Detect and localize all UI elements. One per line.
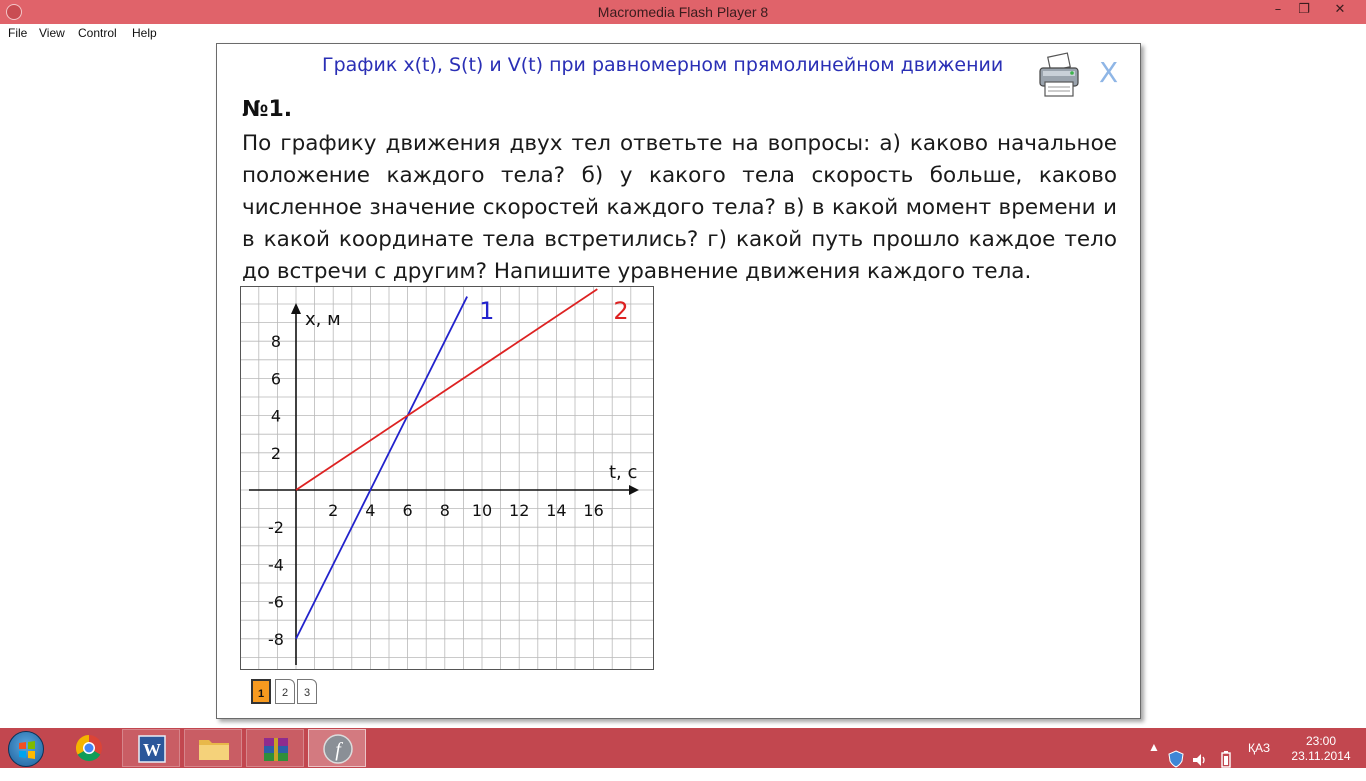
y-axis-label: x, м	[305, 309, 341, 330]
winrar-icon	[264, 738, 288, 761]
x-axis-label: t, c	[609, 462, 637, 483]
window-titlebar[interactable]: Macromedia Flash Player 8 – ❐ ✕	[0, 0, 1366, 24]
task-number: №1.	[242, 97, 293, 122]
restore-button[interactable]: ❐	[1294, 2, 1314, 20]
window-title: Macromedia Flash Player 8	[597, 4, 769, 20]
taskbar-word[interactable]: W	[122, 729, 180, 767]
y-tick-label: 8	[271, 332, 281, 351]
clock-time: 23:00	[1305, 734, 1337, 748]
x-tick-label: 2	[328, 501, 338, 520]
start-button[interactable]	[8, 731, 44, 767]
shield-icon[interactable]	[1168, 739, 1184, 779]
taskbar-chrome[interactable]	[60, 729, 118, 767]
volume-icon[interactable]	[1192, 740, 1208, 780]
minimize-button[interactable]: –	[1268, 2, 1288, 20]
svg-text:W: W	[143, 740, 161, 760]
x-tick-label: 14	[546, 501, 566, 520]
series-label-1: 1	[479, 297, 494, 325]
close-window-button[interactable]: ✕	[1328, 2, 1352, 20]
battery-icon[interactable]	[1220, 739, 1232, 779]
menu-bar: File View Control Help	[0, 24, 1366, 42]
y-tick-label: -4	[268, 555, 284, 574]
language-indicator[interactable]: ҚАЗ	[1248, 741, 1270, 781]
y-tick-label: -6	[268, 593, 284, 612]
folder-icon	[199, 740, 229, 760]
taskbar-file-explorer[interactable]	[184, 729, 242, 767]
flash-icon: f	[323, 734, 353, 764]
series-line-2	[295, 288, 598, 491]
taskbar-winrar[interactable]	[246, 729, 304, 767]
close-content-button[interactable]: X	[1099, 56, 1118, 89]
x-tick-label: 10	[472, 501, 492, 520]
y-tick-label: 4	[271, 407, 281, 426]
motion-graph: t, c x, м 2 4 6 8 10 12 14 16 8 6 4 2 -2 -4 -6 -8 12	[240, 286, 654, 670]
x-tick-label: 6	[403, 501, 413, 520]
taskbar: W f ▲ ҚАЗ 23:00 23.11.2014	[0, 728, 1366, 768]
y-tick-label: 6	[271, 369, 281, 388]
clock-date: 23.11.2014	[1291, 749, 1351, 763]
x-tick-label: 16	[583, 501, 603, 520]
x-axis-arrow	[629, 485, 639, 495]
menu-view[interactable]: View	[39, 26, 65, 40]
y-axis-arrow	[291, 303, 301, 314]
series-label-2: 2	[613, 297, 628, 325]
word-icon: W	[138, 735, 166, 763]
clock[interactable]: 23:00 23.11.2014	[1286, 734, 1356, 764]
y-tick-label: -2	[268, 518, 284, 537]
x-tick-label: 8	[440, 501, 450, 520]
page-button-2[interactable]: 2	[275, 679, 295, 704]
menu-control[interactable]: Control	[78, 26, 117, 40]
x-tick-label: 4	[365, 501, 375, 520]
task-text: По графику движения двух тел ответьте на…	[242, 131, 1117, 284]
menu-file[interactable]: File	[8, 26, 27, 40]
series-line-1	[295, 296, 468, 640]
y-tick-label: -8	[268, 630, 284, 649]
printer-icon[interactable]	[1035, 52, 1083, 100]
show-hidden-icons-button[interactable]: ▲	[1148, 740, 1160, 780]
windows-logo-icon	[19, 741, 35, 759]
page-button-1[interactable]: 1	[251, 679, 271, 704]
chart-svg: t, cx, м 2 4 6 8 10 12 14 168642-2-4-6-8 12	[241, 287, 653, 669]
page-button-3[interactable]: 3	[297, 679, 317, 704]
x-tick-label: 12	[509, 501, 529, 520]
menu-help[interactable]: Help	[132, 26, 157, 40]
taskbar-flash-player[interactable]: f	[308, 729, 366, 767]
page-heading: График x(t), S(t) и V(t) при равномерном…	[322, 54, 1004, 76]
y-tick-label: 2	[271, 444, 281, 463]
chrome-icon	[75, 734, 102, 762]
